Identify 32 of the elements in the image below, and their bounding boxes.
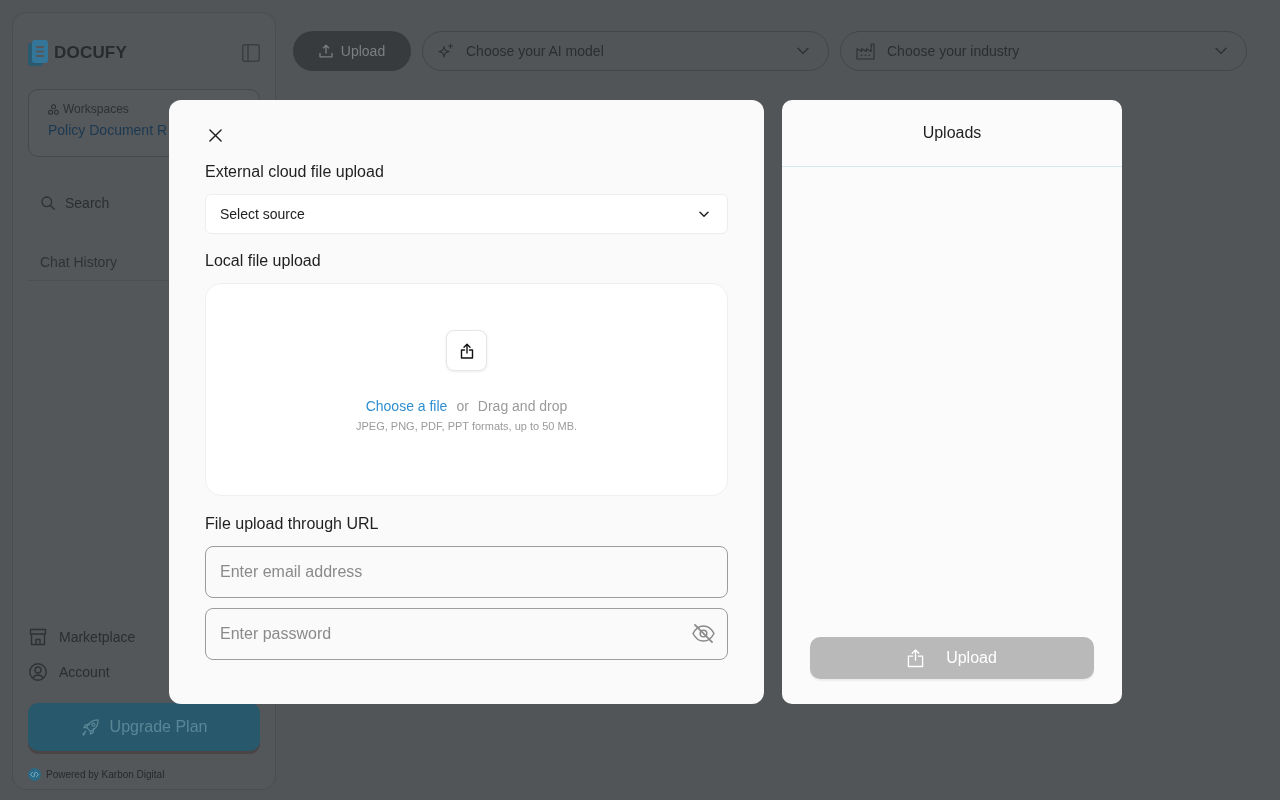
email-field[interactable]: Enter email address [205, 546, 728, 598]
sidebar-toggle-icon[interactable] [242, 44, 260, 62]
upload-tile-icon [446, 330, 487, 371]
upload-icon [318, 44, 333, 58]
file-drop-zone[interactable]: Choose a file or Drag and drop JPEG, PNG, PDF, PPT formats, up to 50 MB. [205, 283, 728, 496]
eye-off-icon[interactable] [692, 624, 715, 643]
source-dropdown[interactable]: Select source [205, 194, 728, 234]
search-icon [41, 196, 55, 210]
user-circle-icon [29, 662, 47, 681]
section-heading: File upload through URL [205, 514, 380, 534]
share-icon [907, 648, 925, 668]
password-field[interactable]: Enter password [205, 608, 728, 660]
nodes-icon [48, 103, 59, 115]
chevron-down-icon [699, 210, 709, 218]
sparkle-icon [438, 43, 454, 59]
section-heading: External cloud file upload [205, 162, 385, 182]
section-heading: Local file upload [205, 251, 322, 271]
upload-button[interactable]: Upload [293, 31, 411, 71]
code-badge-icon [28, 768, 41, 781]
file-format-hint: JPEG, PNG, PDF, PPT formats, up to 50 MB. [355, 420, 578, 432]
book-logo-icon [28, 40, 48, 66]
rocket-icon [80, 717, 100, 737]
uploads-title: Uploads [922, 124, 982, 142]
chevron-down-icon [797, 47, 809, 55]
choose-file-link[interactable]: Choose a file [365, 398, 448, 414]
drag-and-drop-text: Drag and drop [477, 398, 568, 414]
chevron-down-icon [1215, 47, 1227, 55]
workspace-name: Policy Document R [48, 122, 168, 138]
close-icon [208, 128, 222, 142]
factory-icon [856, 42, 875, 60]
or-text: or [456, 398, 469, 414]
store-icon [29, 627, 47, 646]
